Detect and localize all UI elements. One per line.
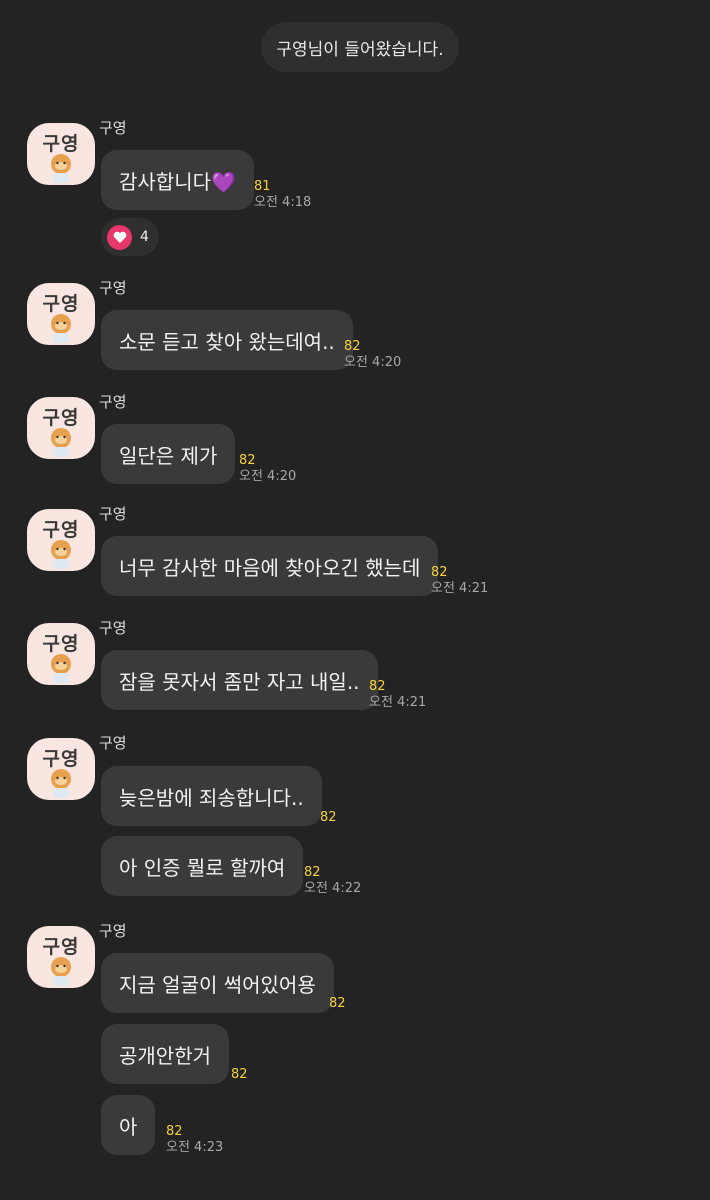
avatar[interactable]: 구영 [27, 397, 95, 459]
timestamp: 오전 4:23 [166, 1140, 224, 1155]
message-bubble[interactable]: 공개안한거 [101, 1024, 229, 1084]
avatar[interactable]: 구영 [27, 509, 95, 571]
message-meta: 82 [329, 996, 346, 1012]
message-bubble[interactable]: 너무 감사한 마음에 찾아오긴 했는데 [101, 536, 439, 596]
heart-icon [107, 224, 132, 250]
message-bubble[interactable]: 아 인증 뭘로 할까여 [101, 836, 304, 896]
unread-count: 82 [369, 679, 386, 694]
avatar[interactable]: 구영 [27, 926, 95, 988]
message-meta: 81 오전 4:18 [254, 179, 311, 211]
timestamp: 오전 4:20 [344, 355, 402, 370]
message-bubble[interactable]: 잠을 못자서 좀만 자고 내일.. [101, 650, 378, 710]
message-bubble[interactable]: 감사합니다💜 [101, 150, 254, 210]
sender-name: 구영 [99, 922, 127, 940]
message-meta: 82 오전 4:22 [304, 865, 361, 897]
sender-name: 구영 [99, 119, 127, 137]
timestamp: 오전 4:22 [304, 881, 362, 896]
timestamp: 오전 4:20 [239, 469, 297, 484]
reaction-badge[interactable]: 4 [101, 218, 159, 256]
message-meta: 82 [320, 810, 337, 826]
unread-count: 82 [431, 565, 448, 580]
sender-name: 구영 [99, 505, 127, 523]
avatar-label: 구영 [42, 633, 80, 655]
message-bubble[interactable]: 지금 얼굴이 썩어있어용 [101, 953, 334, 1013]
timestamp: 오전 4:18 [254, 195, 312, 210]
message-meta: 82 오전 4:23 [166, 1124, 223, 1156]
avatar[interactable]: 구영 [27, 283, 95, 345]
avatar-label: 구영 [42, 519, 80, 541]
character-icon [51, 428, 71, 457]
sender-name: 구영 [99, 279, 127, 297]
avatar-label: 구영 [42, 407, 80, 429]
message-meta: 82 오전 4:21 [369, 679, 426, 711]
character-icon [51, 769, 71, 798]
character-icon [51, 314, 71, 343]
character-icon [51, 540, 71, 569]
unread-count: 82 [231, 1067, 248, 1082]
message-bubble[interactable]: 늦은밤에 죄송합니다.. [101, 766, 322, 826]
avatar[interactable]: 구영 [27, 123, 95, 185]
avatar-label: 구영 [42, 133, 80, 155]
timestamp: 오전 4:21 [369, 695, 427, 710]
unread-count: 82 [320, 810, 337, 825]
avatar-label: 구영 [42, 293, 80, 315]
unread-count: 82 [304, 865, 321, 880]
unread-count: 81 [254, 179, 271, 194]
avatar-label: 구영 [42, 936, 80, 958]
message-bubble[interactable]: 소문 듣고 찾아 왔는데여.. [101, 310, 353, 370]
avatar[interactable]: 구영 [27, 738, 95, 800]
sender-name: 구영 [99, 393, 127, 411]
unread-count: 82 [329, 996, 346, 1011]
reaction-count: 4 [140, 229, 149, 245]
sender-name: 구영 [99, 619, 127, 637]
unread-count: 82 [239, 453, 256, 468]
message-bubble[interactable]: 일단은 제가 [101, 424, 236, 484]
timestamp: 오전 4:21 [431, 581, 489, 596]
message-meta: 82 오전 4:20 [344, 339, 401, 371]
avatar-label: 구영 [42, 748, 80, 770]
message-meta: 82 [231, 1067, 248, 1083]
character-icon [51, 957, 71, 986]
unread-count: 82 [344, 339, 361, 354]
sender-name: 구영 [99, 734, 127, 752]
character-icon [51, 654, 71, 683]
character-icon [51, 154, 71, 183]
message-meta: 82 오전 4:21 [431, 565, 488, 597]
unread-count: 82 [166, 1124, 183, 1139]
avatar[interactable]: 구영 [27, 623, 95, 685]
message-bubble[interactable]: 아 [101, 1095, 156, 1155]
message-meta: 82 오전 4:20 [239, 453, 296, 485]
system-notice: 구영님이 들어왔습니다. [261, 22, 459, 72]
